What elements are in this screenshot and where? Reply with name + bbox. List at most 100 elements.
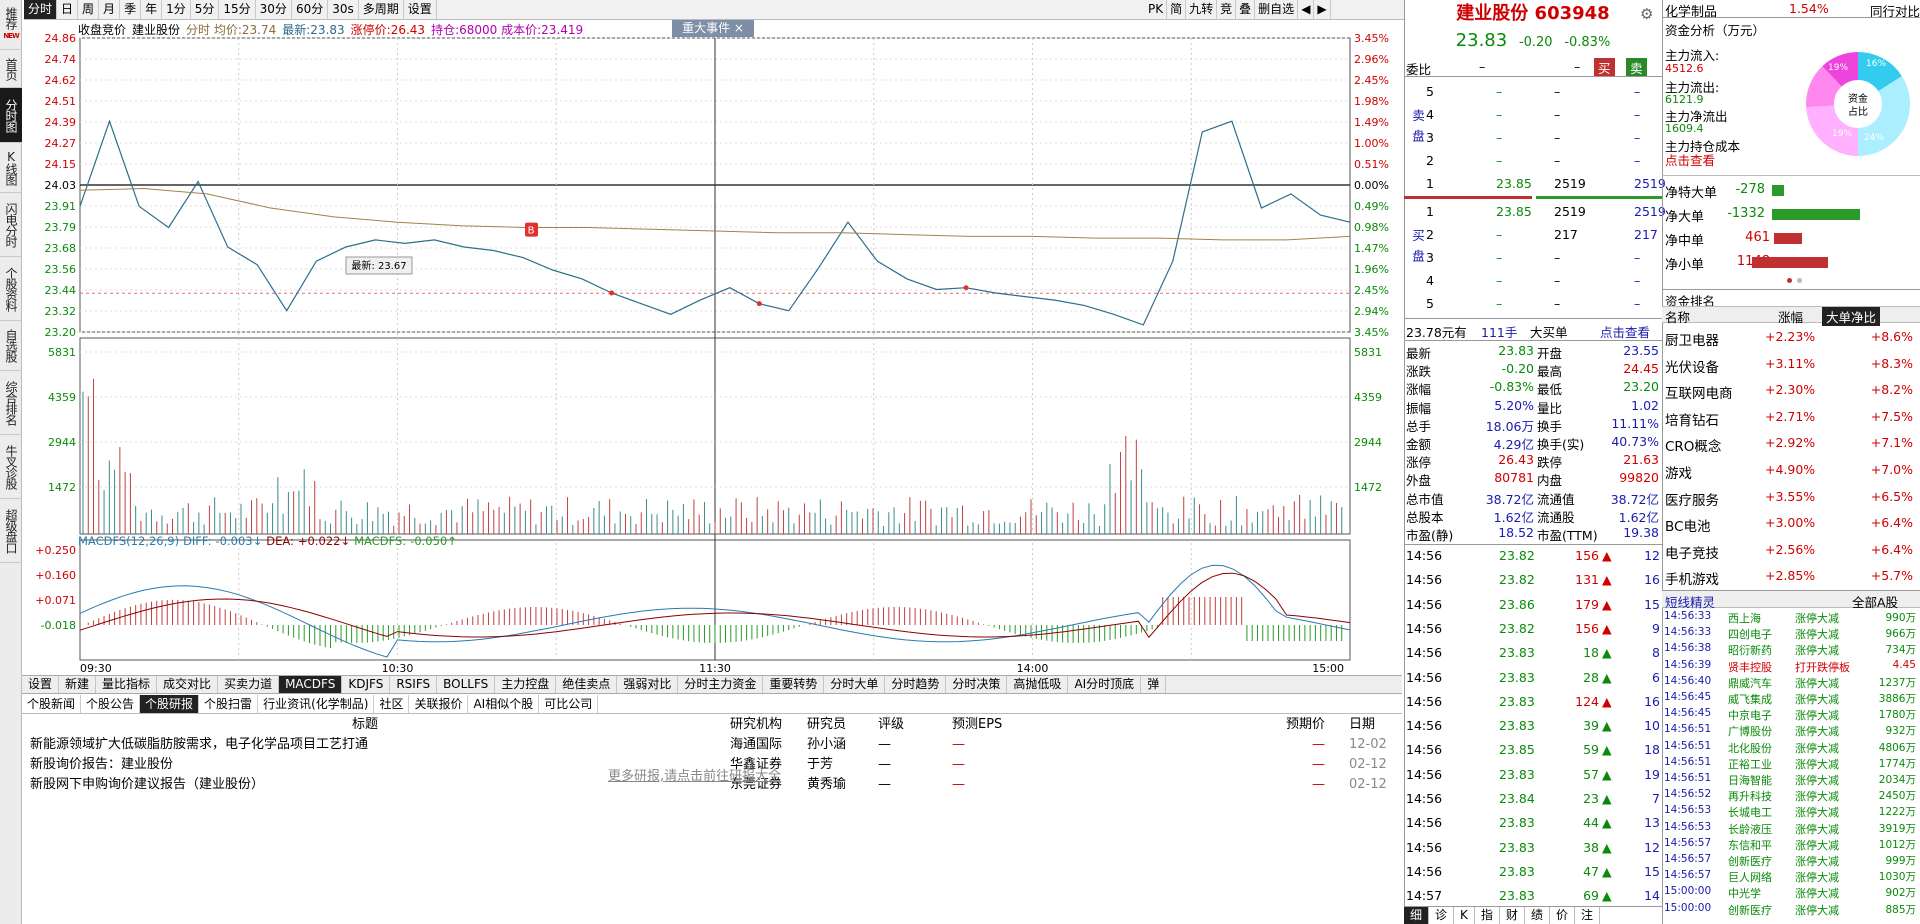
rank-name[interactable]: 互联网电商: [1665, 382, 1733, 402]
nav-item-4[interactable]: 闪电分时: [0, 193, 22, 257]
spirit-stock[interactable]: 创新医疗: [1728, 902, 1772, 918]
chart-tool-0[interactable]: PK: [1145, 0, 1168, 19]
nav-item-3[interactable]: K线图: [0, 143, 22, 193]
rank-name[interactable]: 培育钻石: [1665, 409, 1719, 429]
quote-tab-4[interactable]: 财: [1500, 907, 1525, 924]
rank-name[interactable]: BC电池: [1665, 515, 1710, 535]
spirit-stock[interactable]: 长龄液压: [1728, 821, 1772, 837]
news-tab-6[interactable]: 关联报价: [409, 695, 469, 713]
news-tab-2[interactable]: 个股研报: [140, 695, 200, 713]
indicator-tab-12[interactable]: 分时主力资金: [678, 676, 764, 693]
intraday-chart[interactable]: 24.86 3.45% 24.74 2.96% 24.62 2.45% 24.51 1.98%…: [24, 20, 1404, 674]
spirit-stock[interactable]: 东信和平: [1728, 837, 1772, 853]
rank-header-name[interactable]: 名称: [1665, 307, 1690, 326]
indicator-tab-15[interactable]: 分时趋势: [885, 676, 947, 693]
indicator-tab-3[interactable]: 成交对比: [157, 676, 219, 693]
rank-name[interactable]: 医疗服务: [1665, 489, 1719, 509]
period-tab-1[interactable]: 日: [57, 0, 79, 19]
chart-svg[interactable]: 24.86 3.45% 24.74 2.96% 24.62 2.45% 24.51 1.98%…: [24, 20, 1404, 674]
page-dot[interactable]: [1797, 278, 1802, 283]
rank-name[interactable]: 手机游戏: [1665, 568, 1719, 588]
spirit-stock[interactable]: 广博股份: [1728, 723, 1772, 739]
research-title[interactable]: 新能源领域扩大低碳脂肪胺需求，电子化学品项目工艺打通: [30, 735, 368, 755]
indicator-tab-0[interactable]: 设置: [22, 676, 60, 693]
news-tab-3[interactable]: 个股扫雷: [199, 695, 259, 713]
nav-item-6[interactable]: 自选股: [0, 321, 22, 371]
period-tab-13[interactable]: 设置: [404, 0, 437, 19]
nav-item-1[interactable]: 首页: [0, 50, 22, 88]
period-tab-11[interactable]: 30s: [328, 0, 359, 19]
period-tab-7[interactable]: 5分: [191, 0, 220, 19]
major-event-tag[interactable]: 重大事件 ×: [672, 20, 754, 37]
spirit-stock[interactable]: 四创电子: [1728, 626, 1772, 642]
news-tab-0[interactable]: 个股新闻: [22, 695, 82, 713]
nav-item-9[interactable]: 超级盘口: [0, 499, 22, 563]
quote-tab-5[interactable]: 绩: [1525, 907, 1550, 924]
quote-tab-6[interactable]: 价: [1550, 907, 1575, 924]
news-tab-5[interactable]: 社区: [374, 695, 410, 713]
indicator-tab-6[interactable]: KDJFS: [342, 676, 391, 693]
quote-tab-0[interactable]: 细: [1404, 907, 1430, 924]
indicator-tab-2[interactable]: 量比指标: [96, 676, 158, 693]
indicator-tab-11[interactable]: 强弱对比: [617, 676, 679, 693]
research-title[interactable]: 新股网下申购询价建议报告（建业股份）: [30, 775, 264, 795]
gear-icon[interactable]: ⚙: [1640, 5, 1653, 23]
indicator-tab-10[interactable]: 绝佳卖点: [556, 676, 618, 693]
period-tab-5[interactable]: 年: [141, 0, 163, 19]
chart-tool-3[interactable]: 竞: [1217, 0, 1237, 19]
nav-item-5[interactable]: 个股资料: [0, 257, 22, 321]
indicator-tab-19[interactable]: 弹: [1141, 676, 1167, 693]
spirit-stock[interactable]: 中京电子: [1728, 707, 1772, 723]
research-title[interactable]: 新股询价报告：建业股份: [30, 755, 173, 775]
indicator-tab-1[interactable]: 新建: [59, 676, 97, 693]
spirit-stock[interactable]: 巨人网络: [1728, 869, 1772, 885]
indicator-tab-5[interactable]: MACDFS: [279, 676, 343, 693]
rank-name[interactable]: 厨卫电器: [1665, 329, 1719, 349]
news-tab-1[interactable]: 个股公告: [81, 695, 141, 713]
news-tab-7[interactable]: AI相似个股: [468, 695, 540, 713]
period-tab-8[interactable]: 15分: [219, 0, 256, 19]
spirit-stock[interactable]: 创新医疗: [1728, 853, 1772, 869]
rank-header-pct[interactable]: 涨幅: [1778, 307, 1803, 326]
chart-tool-2[interactable]: 九转: [1186, 0, 1218, 19]
quote-tab-7[interactable]: 注: [1575, 907, 1600, 924]
nav-item-2[interactable]: 分时图: [0, 88, 22, 143]
news-tab-8[interactable]: 可比公司: [539, 695, 599, 713]
research-row[interactable]: 新能源领域扩大低碳脂肪胺需求，电子化学品项目工艺打通 海通国际 孙小涵 — — — 12-0…: [22, 735, 1402, 755]
nav-item-8[interactable]: 牛叉诊股: [0, 435, 22, 499]
rank-name[interactable]: 光伏设备: [1665, 356, 1719, 376]
rank-header-ratio[interactable]: 大单净比: [1822, 307, 1881, 326]
indicator-tab-18[interactable]: AI分时顶底: [1068, 676, 1142, 693]
indicator-tab-8[interactable]: BOLLFS: [437, 676, 496, 693]
indicator-tab-13[interactable]: 重要转势: [763, 676, 825, 693]
chart-tool-5[interactable]: 删自选: [1255, 0, 1299, 19]
rank-name[interactable]: 电子竞技: [1665, 542, 1719, 562]
spirit-stock[interactable]: 再升科技: [1728, 788, 1772, 804]
nav-item-0[interactable]: 推荐 NEW: [0, 0, 22, 50]
spirit-stock[interactable]: 鼎威汽车: [1728, 675, 1772, 691]
big-order-link[interactable]: 点击查看: [1600, 322, 1650, 341]
indicator-tab-7[interactable]: RSIFS: [390, 676, 438, 693]
chart-tool-7[interactable]: ▶: [1314, 0, 1331, 19]
indicator-tab-4[interactable]: 买卖力道: [218, 676, 280, 693]
spirit-stock[interactable]: 正裕工业: [1728, 756, 1772, 772]
indicator-tab-14[interactable]: 分时大单: [824, 676, 886, 693]
period-tab-6[interactable]: 1分: [162, 0, 191, 19]
period-tab-4[interactable]: 季: [120, 0, 142, 19]
page-dot-active[interactable]: [1787, 278, 1792, 283]
period-tab-10[interactable]: 60分: [292, 0, 329, 19]
buy-button[interactable]: 买: [1594, 58, 1615, 77]
period-tab-12[interactable]: 多周期: [359, 0, 404, 19]
period-tab-3[interactable]: 月: [99, 0, 121, 19]
period-tab-2[interactable]: 周: [78, 0, 100, 19]
chart-tool-1[interactable]: 简: [1167, 0, 1187, 19]
quote-tab-3[interactable]: 指: [1475, 907, 1500, 924]
spirit-stock[interactable]: 中光学: [1728, 885, 1761, 901]
quote-tab-2[interactable]: K: [1454, 907, 1475, 924]
news-tab-4[interactable]: 行业资讯(化学制品): [258, 695, 375, 713]
rank-name[interactable]: 游戏: [1665, 462, 1692, 482]
spirit-stock[interactable]: 长城电工: [1728, 804, 1772, 820]
spirit-filter[interactable]: 全部A股: [1852, 592, 1898, 611]
spirit-stock[interactable]: 西上海: [1728, 610, 1761, 626]
cost-link[interactable]: 点击查看: [1665, 150, 1715, 169]
